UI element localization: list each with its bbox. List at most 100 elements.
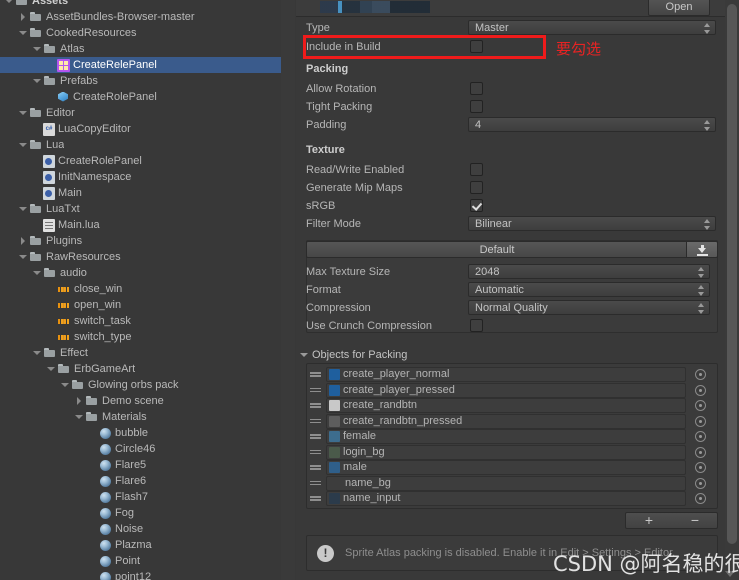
tree-item[interactable]: Circle46 (0, 441, 282, 457)
padding-dropdown[interactable]: 4 (468, 117, 716, 132)
tree-item[interactable]: CreateRelePanel (0, 57, 282, 73)
tree-item[interactable]: Demo scene (0, 393, 282, 409)
tree-item[interactable]: Atlas (0, 41, 282, 57)
drag-handle-icon[interactable] (310, 372, 321, 377)
packing-object-row[interactable]: name_bg (310, 475, 714, 491)
tree-twisty-down-icon[interactable] (18, 137, 29, 153)
platform-override-button[interactable] (686, 241, 718, 258)
tree-twisty-down-icon[interactable] (32, 345, 43, 361)
drag-handle-icon[interactable] (310, 465, 321, 470)
tree-item[interactable]: ErbGameArt (0, 361, 282, 377)
object-picker-icon[interactable] (695, 462, 706, 473)
drag-handle-icon[interactable] (310, 480, 321, 486)
tree-twisty-down-icon[interactable] (32, 41, 43, 57)
tree-twisty-down-icon[interactable] (74, 409, 85, 425)
platform-tab-default[interactable]: Default (306, 241, 718, 258)
tree-item[interactable]: open_win (0, 297, 282, 313)
inspector-scrollbar-track[interactable] (725, 0, 739, 580)
tree-item[interactable]: Plugins (0, 233, 282, 249)
packing-object-field[interactable]: create_player_normal (326, 367, 686, 382)
tree-twisty-right-icon[interactable] (18, 233, 29, 249)
packing-object-row[interactable]: name_input (310, 491, 714, 506)
allow-rotation-checkbox[interactable] (470, 82, 483, 95)
drag-handle-icon[interactable] (310, 449, 321, 455)
tree-item[interactable]: InitNamespace (0, 169, 282, 185)
drag-handle-icon[interactable] (310, 403, 321, 408)
tree-item[interactable]: CreateRolePanel (0, 153, 282, 169)
tree-item[interactable]: Fog (0, 505, 282, 521)
tree-item[interactable]: switch_task (0, 313, 282, 329)
add-object-button[interactable]: + (626, 513, 672, 530)
tree-item[interactable]: CookedResources (0, 25, 282, 41)
tree-item[interactable]: Effect (0, 345, 282, 361)
tree-twisty-down-icon[interactable] (18, 249, 29, 265)
tree-twisty-down-icon[interactable] (46, 361, 57, 377)
object-picker-icon[interactable] (695, 477, 706, 489)
tree-item[interactable]: point12 (0, 569, 282, 580)
tree-item[interactable]: Noise (0, 521, 282, 537)
packing-object-field[interactable]: name_bg (326, 475, 686, 491)
packing-object-field[interactable]: female (326, 429, 686, 444)
tree-twisty-down-icon[interactable] (32, 265, 43, 281)
packing-object-field[interactable]: login_bg (326, 444, 686, 460)
tree-item[interactable]: close_win (0, 281, 282, 297)
srgb-checkbox[interactable] (470, 199, 483, 212)
packing-object-row[interactable]: create_randbtn_pressed (310, 413, 714, 429)
tree-item[interactable]: Point (0, 553, 282, 569)
open-button[interactable]: Open (648, 0, 710, 16)
tight-packing-checkbox[interactable] (470, 100, 483, 113)
object-picker-icon[interactable] (695, 446, 706, 458)
tree-twisty-down-icon[interactable] (4, 0, 15, 9)
object-picker-icon[interactable] (695, 369, 706, 380)
tree-item[interactable]: Assets (0, 0, 282, 9)
packing-object-row[interactable]: male (310, 460, 714, 475)
tree-item[interactable]: Plazma (0, 537, 282, 553)
tree-item[interactable]: Materials (0, 409, 282, 425)
tree-item[interactable]: Flare5 (0, 457, 282, 473)
tree-twisty-down-icon[interactable] (18, 105, 29, 121)
packing-object-field[interactable]: create_randbtn (326, 398, 686, 413)
tree-twisty-right-icon[interactable] (74, 393, 85, 409)
tree-item[interactable]: AssetBundles-Browser-master (0, 9, 282, 25)
read-write-enabled-checkbox[interactable] (470, 163, 483, 176)
tree-twisty-down-icon[interactable] (60, 377, 71, 393)
packing-object-row[interactable]: create_player_pressed (310, 382, 714, 398)
tree-item[interactable]: bubble (0, 425, 282, 441)
format-dropdown[interactable]: Automatic (468, 282, 710, 297)
compression-dropdown[interactable]: Normal Quality (468, 300, 710, 315)
tree-twisty-down-icon[interactable] (32, 73, 43, 89)
tree-twisty-right-icon[interactable] (18, 9, 29, 25)
tree-twisty-down-icon[interactable] (18, 201, 29, 217)
packing-object-field[interactable]: create_player_pressed (326, 382, 686, 398)
tree-item[interactable]: RawResources (0, 249, 282, 265)
filter-mode-dropdown[interactable]: Bilinear (468, 216, 716, 231)
object-picker-icon[interactable] (695, 384, 706, 396)
max-texture-size-dropdown[interactable]: 2048 (468, 264, 710, 279)
object-picker-icon[interactable] (695, 415, 706, 427)
object-picker-icon[interactable] (695, 431, 706, 442)
tree-item[interactable]: Main.lua (0, 217, 282, 233)
drag-handle-icon[interactable] (310, 387, 321, 393)
tree-item[interactable]: Main (0, 185, 282, 201)
tree-item[interactable]: Lua (0, 137, 282, 153)
drag-handle-icon[interactable] (310, 418, 321, 424)
generate-mip-maps-checkbox[interactable] (470, 181, 483, 194)
tree-item[interactable]: Flare6 (0, 473, 282, 489)
tree-item[interactable]: CreateRolePanel (0, 89, 282, 105)
packing-object-row[interactable]: login_bg (310, 444, 714, 460)
object-picker-icon[interactable] (695, 400, 706, 411)
object-picker-icon[interactable] (695, 493, 706, 504)
tree-item[interactable]: Prefabs (0, 73, 282, 89)
remove-object-button[interactable]: − (672, 513, 718, 530)
packing-object-field[interactable]: male (326, 460, 686, 475)
packing-object-field[interactable]: name_input (326, 491, 686, 506)
tree-item[interactable]: switch_type (0, 329, 282, 345)
tree-item[interactable]: audio (0, 265, 282, 281)
drag-handle-icon[interactable] (310, 496, 321, 501)
type-dropdown[interactable]: Master (468, 20, 716, 35)
tree-twisty-down-icon[interactable] (18, 25, 29, 41)
packing-object-row[interactable]: create_player_normal (310, 367, 714, 382)
packing-object-row[interactable]: female (310, 429, 714, 444)
project-tree-scrollbar-track[interactable] (281, 0, 295, 580)
tree-item[interactable]: Editor (0, 105, 282, 121)
